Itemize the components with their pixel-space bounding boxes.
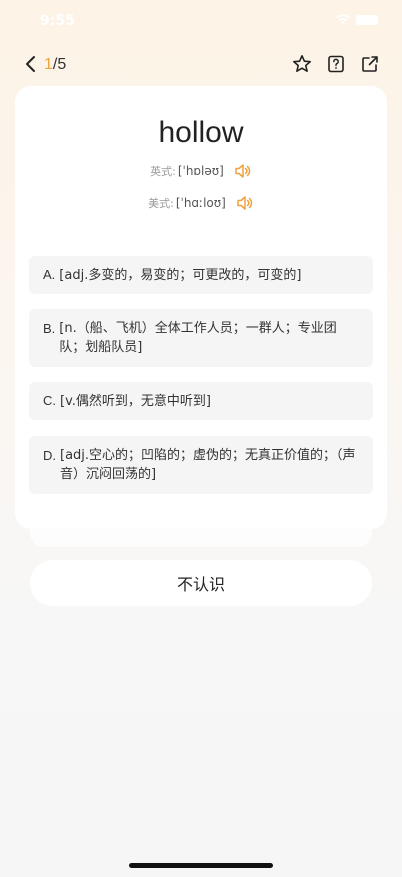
option-wrap: D. [adj.空心的；凹陷的；虚伪的；无真正价值的；（声音）沉闷回荡的]	[43, 446, 359, 484]
option-a[interactable]: A. [adj.多变的，易变的；可更改的，可变的]	[29, 256, 373, 294]
option-wrap: B. [n.（船、飞机）全体工作人员；一群人；专业团队；划船队员]	[43, 319, 359, 357]
option-letter: C.	[43, 393, 56, 408]
status-icons	[336, 15, 378, 25]
back-button[interactable]	[18, 52, 42, 76]
option-d[interactable]: D. [adj.空心的；凹陷的；虚伪的；无真正价值的；（声音）沉闷回荡的]	[29, 436, 373, 494]
nav-actions	[290, 52, 382, 76]
headword: hollow	[158, 116, 244, 149]
option-letter: D.	[43, 448, 56, 463]
uk-pronunciation: 英式: [ˈhɒləʊ]	[15, 163, 387, 179]
back-arrow-icon	[26, 56, 35, 72]
uk-label: 英式:	[150, 165, 176, 178]
option-letter: A.	[43, 267, 56, 282]
speaker-icon[interactable]	[236, 195, 254, 211]
speaker-icon[interactable]	[234, 163, 252, 179]
favorite-button[interactable]	[290, 52, 314, 76]
home-indicator[interactable]	[129, 863, 273, 868]
share-icon	[362, 56, 378, 72]
option-c[interactable]: C. [v.偶然听到，无意中听到]	[29, 382, 373, 420]
uk-ipa: [ˈhɒləʊ]	[177, 164, 224, 178]
option-text: [adj.多变的，易变的；可更改的，可变的]	[59, 268, 302, 283]
battery-icon	[356, 15, 378, 25]
status-bar: 9:55	[0, 0, 402, 44]
option-text: [v.偶然听到，无意中听到]	[60, 394, 211, 409]
option-letter: B.	[43, 321, 56, 336]
star-icon	[293, 55, 311, 72]
wifi-icon	[336, 15, 350, 25]
progress-total: /5	[52, 56, 67, 73]
us-label: 美式:	[148, 197, 174, 210]
status-time: 9:55	[40, 13, 75, 29]
top-nav: 1/5	[0, 48, 402, 82]
us-pronunciation: 美式: [ˈhɑːloʊ]	[15, 195, 387, 211]
help-icon	[328, 55, 344, 73]
help-button[interactable]	[324, 52, 348, 76]
progress-indicator: 1/5	[44, 56, 66, 74]
us-ipa: [ˈhɑːloʊ]	[175, 196, 226, 210]
share-button[interactable]	[358, 52, 382, 76]
dont-know-button[interactable]: 不认识	[30, 560, 372, 606]
option-text: [n.（船、飞机）全体工作人员；一群人；专业团队；划船队员]	[59, 321, 337, 355]
option-text: [adj.空心的；凹陷的；虚伪的；无真正价值的；（声音）沉闷回荡的]	[60, 448, 356, 482]
option-b[interactable]: B. [n.（船、飞机）全体工作人员；一群人；专业团队；划船队员]	[29, 309, 373, 367]
word-card: hollow 英式: [ˈhɒləʊ] 美式: [ˈhɑːloʊ] A. [adj…	[15, 86, 387, 529]
progress-current: 1	[44, 56, 53, 73]
